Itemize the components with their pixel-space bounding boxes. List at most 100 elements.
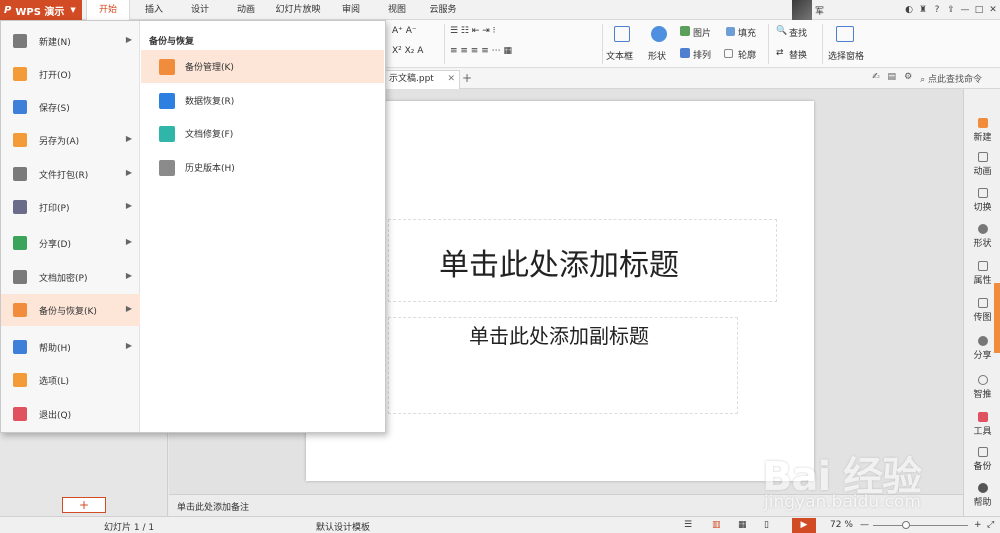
- file-menu-dropdown: 备份与恢复 新建(N) ▶ 打开(O) 保存(S) 另存为(A) ▶ 文件打包(R) ▶ 打印(…: [0, 20, 386, 433]
- ribbon-divider: [768, 24, 769, 64]
- font-size-increase-icon[interactable]: A⁺ A⁻: [392, 26, 417, 36]
- document-tab[interactable]: 示文稿.ppt ✕: [384, 70, 460, 89]
- shirt-icon[interactable]: ♜: [916, 5, 930, 15]
- exit-icon: [13, 407, 27, 421]
- tab-insert[interactable]: 插入: [134, 0, 174, 20]
- file-menu-item-label: 选项(L): [39, 376, 70, 387]
- file-menu-item[interactable]: 文件打包(R) ▶: [1, 158, 140, 190]
- submenu-item-label: 历史版本(H): [185, 164, 235, 174]
- submenu-item[interactable]: 历史版本(H): [141, 151, 384, 184]
- submenu-item[interactable]: 数据恢复(R): [141, 84, 384, 117]
- find-button[interactable]: 查找: [789, 26, 807, 39]
- file-menu-item-label: 另存为(A): [39, 136, 80, 147]
- file-menu-item[interactable]: 保存(S): [1, 91, 140, 123]
- file-menu-item[interactable]: 打开(O): [1, 58, 140, 90]
- slide-subtitle-placeholder[interactable]: 单击此处添加副标题: [388, 320, 730, 349]
- file-menu-item[interactable]: 帮助(H) ▶: [1, 331, 140, 363]
- zoom-level[interactable]: 72 %: [830, 520, 853, 530]
- arrange-button[interactable]: 排列: [693, 48, 711, 61]
- wps-logo-icon: P: [4, 4, 12, 16]
- upload-icon[interactable]: ⇪: [944, 5, 958, 15]
- replace-button[interactable]: 替换: [789, 48, 807, 61]
- skin-icon[interactable]: ◐: [902, 5, 916, 15]
- slide-sorter-icon[interactable]: ▦: [738, 520, 747, 530]
- window-controls: ◐ ♜ ? ⇪ — □ ✕: [902, 0, 1000, 20]
- file-menu-item[interactable]: 分享(D) ▶: [1, 227, 140, 259]
- bullet-list-icon[interactable]: ☰ ☷ ⇤ ⇥ ⁝: [450, 26, 496, 36]
- zoom-slider-handle[interactable]: [902, 521, 911, 529]
- file-menu-item[interactable]: 文档加密(P) ▶: [1, 261, 140, 293]
- close-tab-icon[interactable]: ✕: [447, 71, 455, 88]
- file-menu-item[interactable]: 打印(P) ▶: [1, 191, 140, 223]
- share-icon: [977, 336, 988, 346]
- tab-design[interactable]: 设计: [180, 0, 220, 20]
- notes-toggle-icon[interactable]: ☰: [684, 520, 692, 530]
- minimize-button[interactable]: —: [958, 5, 972, 15]
- save-icon: [13, 100, 27, 114]
- new-tab-button[interactable]: +: [462, 71, 472, 85]
- smart-push-icon: [977, 375, 988, 385]
- textbox-button[interactable]: 文本框: [606, 49, 633, 62]
- tab-cloud-service[interactable]: 云服务: [424, 0, 462, 20]
- close-button[interactable]: ✕: [986, 5, 1000, 15]
- fill-button[interactable]: 填充: [738, 26, 756, 39]
- avatar[interactable]: [792, 0, 812, 20]
- align-text-icon[interactable]: ≡ ≡ ≡ ≡ ⋯ ▦: [450, 46, 512, 56]
- search-icon: ⌕: [920, 75, 929, 85]
- side-new-button[interactable]: 新建: [964, 118, 1000, 143]
- side-animation-button[interactable]: 动画: [964, 152, 1000, 177]
- file-menu-item[interactable]: 退出(Q): [1, 398, 140, 430]
- file-menu-item[interactable]: 另存为(A) ▶: [1, 124, 140, 156]
- file-menu-item[interactable]: 选项(L): [1, 364, 140, 396]
- settings-icon[interactable]: ⚙: [904, 72, 912, 85]
- options-gear-icon: [13, 373, 27, 387]
- side-shape-button[interactable]: 形状: [964, 224, 1000, 249]
- zoom-in-icon[interactable]: +: [974, 520, 982, 530]
- submenu-item[interactable]: 文档修复(F): [141, 117, 384, 150]
- doc-repair-icon: [159, 125, 175, 142]
- outline-button[interactable]: 轮廓: [738, 48, 756, 61]
- zoom-out-icon[interactable]: —: [860, 520, 869, 530]
- slide-title-placeholder[interactable]: 单击此处添加标题: [388, 240, 730, 284]
- textbox-icon: [614, 26, 630, 42]
- play-slideshow-button[interactable]: ▶: [792, 518, 816, 533]
- tab-view[interactable]: 视图: [382, 0, 412, 20]
- reading-view-icon[interactable]: ▯: [764, 520, 769, 530]
- file-menu-item[interactable]: 新建(N) ▶: [1, 25, 140, 57]
- notes-placeholder[interactable]: 单击此处添加备注: [177, 500, 249, 513]
- watermark-url: jingyan.baidu.com: [764, 492, 921, 512]
- design-template-name[interactable]: 默认设计模板: [316, 520, 370, 533]
- ribbon-divider: [444, 24, 445, 64]
- encrypt-icon: [13, 270, 27, 284]
- tab-slideshow[interactable]: 幻灯片放映: [272, 0, 324, 20]
- side-transition-button[interactable]: 切换: [964, 188, 1000, 213]
- add-slide-button[interactable]: +: [62, 497, 106, 513]
- zoom-slider[interactable]: [873, 525, 968, 526]
- help-question-icon[interactable]: ?: [930, 5, 944, 15]
- maximize-button[interactable]: □: [972, 5, 986, 15]
- panel-collapse-handle[interactable]: [994, 283, 1000, 353]
- format-painter-icon[interactable]: ✍: [872, 72, 880, 85]
- submenu-item[interactable]: 备份管理(K): [141, 50, 384, 83]
- picture-button[interactable]: 图片: [693, 26, 711, 39]
- superscript-icon[interactable]: X² X₂ A: [392, 46, 423, 56]
- comment-icon[interactable]: ▤: [888, 72, 897, 85]
- side-smart-push-button[interactable]: 智推: [964, 375, 1000, 400]
- normal-view-icon[interactable]: ▥: [712, 520, 721, 530]
- file-menu-item-label: 打印(P): [39, 203, 70, 214]
- chevron-right-icon: ▶: [125, 168, 132, 177]
- file-menu-item[interactable]: 备份与恢复(K) ▶: [1, 294, 140, 326]
- fit-window-icon[interactable]: ⤢: [987, 520, 994, 530]
- tab-animation[interactable]: 动画: [226, 0, 266, 20]
- chevron-right-icon: ▶: [125, 134, 132, 143]
- search-command-input[interactable]: ⌕ 点此查找命令: [920, 72, 982, 85]
- new-icon: [977, 118, 988, 128]
- selection-pane-button[interactable]: 选择窗格: [828, 49, 864, 62]
- username[interactable]: 军: [815, 4, 824, 17]
- wps-app-label: WPS 演示: [15, 6, 65, 18]
- ribbon-divider: [822, 24, 823, 64]
- wps-app-menu-button[interactable]: P WPS 演示 ▼: [0, 0, 82, 20]
- tab-review[interactable]: 审阅: [336, 0, 366, 20]
- tab-start[interactable]: 开始: [86, 0, 130, 20]
- shape-button[interactable]: 形状: [648, 49, 666, 62]
